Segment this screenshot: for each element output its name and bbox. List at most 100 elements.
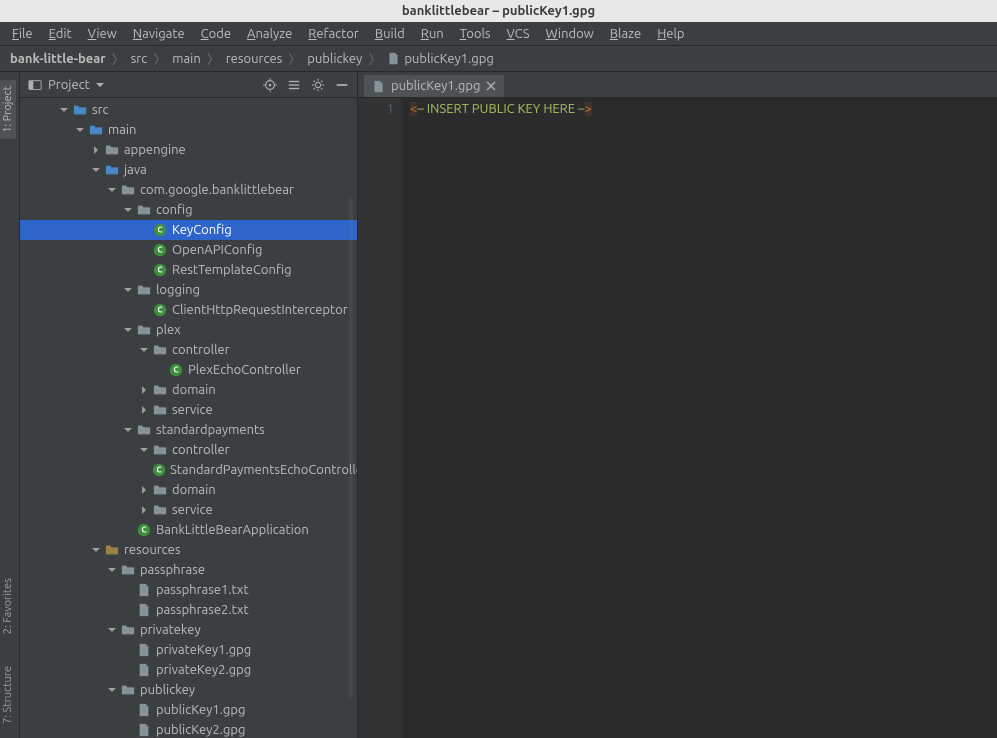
menu-run[interactable]: Run bbox=[413, 24, 452, 44]
tree-node[interactable]: CPlexEchoController bbox=[20, 360, 357, 380]
tree-label: appengine bbox=[124, 143, 186, 157]
tree-node[interactable]: standardpayments bbox=[20, 420, 357, 440]
tree-node[interactable]: CBankLittleBearApplication bbox=[20, 520, 357, 540]
gutter-tab-structure[interactable]: 7: Structure bbox=[0, 660, 16, 730]
editor-tab[interactable]: publicKey1.gpg bbox=[364, 73, 504, 97]
menu-blaze[interactable]: Blaze bbox=[602, 24, 649, 44]
menu-view[interactable]: View bbox=[80, 24, 125, 44]
tree-node[interactable]: plex bbox=[20, 320, 357, 340]
tree-node[interactable]: privateKey2.gpg bbox=[20, 660, 357, 680]
tree-node[interactable]: controller bbox=[20, 440, 357, 460]
expand-arrow[interactable] bbox=[120, 426, 136, 434]
expand-arrow[interactable] bbox=[136, 406, 152, 414]
menu-help[interactable]: Help bbox=[649, 24, 692, 44]
expand-arrow[interactable] bbox=[104, 626, 120, 634]
expand-arrow[interactable] bbox=[72, 126, 88, 134]
menu-vcs[interactable]: VCS bbox=[499, 24, 538, 44]
menu-analyze[interactable]: Analyze bbox=[239, 24, 300, 44]
expand-arrow[interactable] bbox=[120, 326, 136, 334]
menu-navigate[interactable]: Navigate bbox=[125, 24, 193, 44]
tree-node[interactable]: CStandardPaymentsEchoController bbox=[20, 460, 357, 480]
tree-node[interactable]: resources bbox=[20, 540, 357, 560]
breadcrumb-segment[interactable]: resources bbox=[222, 52, 287, 66]
tree-label: controller bbox=[172, 443, 230, 457]
tree-node[interactable]: privateKey1.gpg bbox=[20, 640, 357, 660]
editor-body[interactable]: 1 <– INSERT PUBLIC KEY HERE –> bbox=[358, 98, 997, 738]
editor-area: publicKey1.gpg 1 <– INSERT PUBLIC KEY HE… bbox=[358, 72, 997, 738]
menu-tools[interactable]: Tools bbox=[452, 24, 499, 44]
breadcrumb-segment[interactable]: src bbox=[127, 52, 152, 66]
tree-node[interactable]: src bbox=[20, 100, 357, 120]
tree-node[interactable]: CKeyConfig bbox=[20, 220, 357, 240]
breadcrumb-segment[interactable]: publickey bbox=[303, 52, 366, 66]
expand-arrow[interactable] bbox=[104, 186, 120, 194]
breadcrumb-sep: 〉 bbox=[366, 49, 383, 68]
editor-tabbar: publicKey1.gpg bbox=[358, 72, 997, 98]
breadcrumb-segment[interactable]: main bbox=[168, 52, 204, 66]
menu-window[interactable]: Window bbox=[538, 24, 602, 44]
svg-text:C: C bbox=[157, 247, 162, 255]
gear-icon[interactable] bbox=[311, 78, 325, 92]
tree-node[interactable]: passphrase bbox=[20, 560, 357, 580]
chevron-down-icon[interactable] bbox=[96, 78, 104, 92]
tree-node[interactable]: logging bbox=[20, 280, 357, 300]
tree-node[interactable]: domain bbox=[20, 380, 357, 400]
breadcrumb-segment[interactable]: publicKey1.gpg bbox=[383, 52, 497, 66]
tree-node[interactable]: passphrase2.txt bbox=[20, 600, 357, 620]
tree-node[interactable]: com.google.banklittlebear bbox=[20, 180, 357, 200]
tree-node[interactable]: publickey bbox=[20, 680, 357, 700]
tree-node[interactable]: CRestTemplateConfig bbox=[20, 260, 357, 280]
locate-icon[interactable] bbox=[263, 78, 277, 92]
tree-label: KeyConfig bbox=[172, 223, 232, 237]
menu-edit[interactable]: Edit bbox=[41, 24, 80, 44]
expand-arrow[interactable] bbox=[136, 386, 152, 394]
project-tree[interactable]: srcmain appengine javacom.google.banklittl… bbox=[20, 98, 357, 738]
menu-code[interactable]: Code bbox=[193, 24, 239, 44]
expand-arrow[interactable] bbox=[56, 106, 72, 114]
gutter-tab-project[interactable]: 1: Project bbox=[0, 80, 16, 139]
tree-node[interactable]: config bbox=[20, 200, 357, 220]
close-icon[interactable] bbox=[486, 81, 496, 91]
file-icon bbox=[136, 582, 152, 598]
expand-arrow[interactable] bbox=[136, 506, 152, 514]
tree-node[interactable]: controller bbox=[20, 340, 357, 360]
expand-arrow[interactable] bbox=[88, 146, 104, 154]
tree-node[interactable]: passphrase1.txt bbox=[20, 580, 357, 600]
tree-node[interactable]: java bbox=[20, 160, 357, 180]
folder-icon bbox=[136, 322, 152, 338]
expand-arrow[interactable] bbox=[88, 546, 104, 554]
tree-node[interactable]: publicKey2.gpg bbox=[20, 720, 357, 738]
expand-arrow[interactable] bbox=[136, 346, 152, 354]
expand-arrow[interactable] bbox=[120, 286, 136, 294]
tree-node[interactable]: CClientHttpRequestInterceptor bbox=[20, 300, 357, 320]
expand-arrow[interactable] bbox=[120, 206, 136, 214]
tree-node[interactable]: domain bbox=[20, 480, 357, 500]
tree-node[interactable]: service bbox=[20, 500, 357, 520]
menu-refactor[interactable]: Refactor bbox=[300, 24, 367, 44]
scrollbar-track[interactable] bbox=[349, 198, 353, 698]
expand-all-icon[interactable] bbox=[287, 78, 301, 92]
tree-node[interactable]: main bbox=[20, 120, 357, 140]
menu-build[interactable]: Build bbox=[367, 24, 413, 44]
expand-arrow[interactable] bbox=[104, 566, 120, 574]
tree-node[interactable]: appengine bbox=[20, 140, 357, 160]
hide-icon[interactable] bbox=[335, 78, 349, 92]
breadcrumb-segment[interactable]: bank-little-bear bbox=[6, 52, 110, 66]
tree-node[interactable]: service bbox=[20, 400, 357, 420]
expand-arrow[interactable] bbox=[88, 166, 104, 174]
sidebar-title[interactable]: Project bbox=[48, 78, 90, 92]
tree-node[interactable]: privatekey bbox=[20, 620, 357, 640]
tree-node[interactable]: publicKey1.gpg bbox=[20, 700, 357, 720]
tree-node[interactable]: COpenAPIConfig bbox=[20, 240, 357, 260]
tree-label: passphrase1.txt bbox=[156, 583, 249, 597]
expand-arrow[interactable] bbox=[136, 446, 152, 454]
expand-arrow[interactable] bbox=[136, 486, 152, 494]
code-area[interactable]: <– INSERT PUBLIC KEY HERE –> bbox=[402, 98, 997, 738]
menu-file[interactable]: File bbox=[4, 24, 41, 44]
left-tool-gutter: 1: Project 2: Favorites 7: Structure bbox=[0, 72, 20, 738]
expand-arrow[interactable] bbox=[104, 686, 120, 694]
gutter-tab-favorites[interactable]: 2: Favorites bbox=[0, 572, 16, 640]
folder-icon bbox=[120, 562, 136, 578]
class-icon: C bbox=[152, 262, 168, 278]
breadcrumb-sep: 〉 bbox=[151, 49, 168, 68]
